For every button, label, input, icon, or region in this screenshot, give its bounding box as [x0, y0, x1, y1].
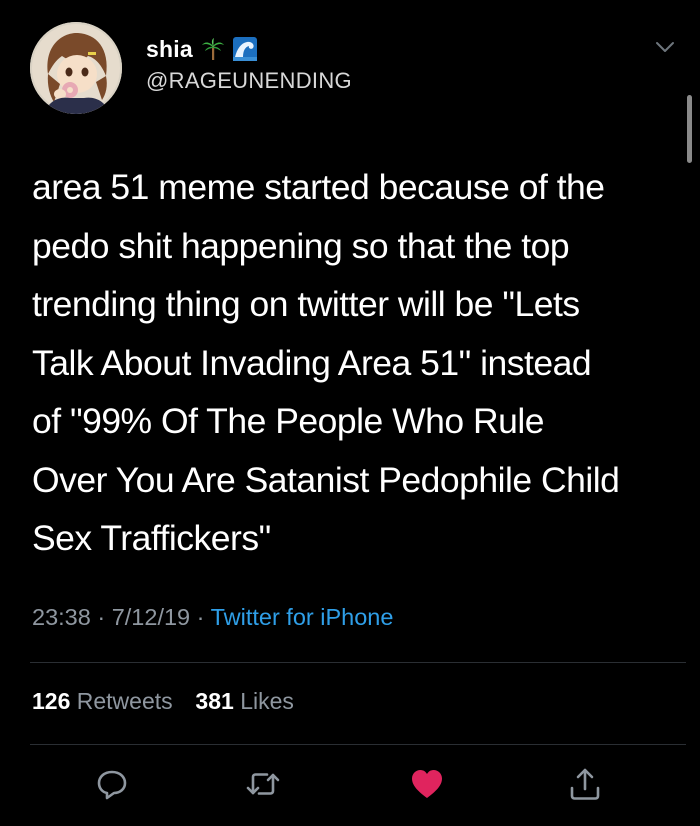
tweet-source-link[interactable]: Twitter for iPhone: [211, 604, 394, 630]
avatar-image: [30, 22, 122, 114]
share-icon: [570, 768, 600, 800]
scrollbar[interactable]: [687, 95, 692, 163]
like-button[interactable]: [407, 764, 447, 804]
display-name-row: shia: [146, 34, 352, 64]
tweet-date: 7/12/19: [111, 604, 191, 630]
wave-icon: [232, 37, 257, 61]
tweet-actions: [0, 764, 700, 812]
tweet-detail: shia @RAGEUNENDING area 51 meme started …: [0, 0, 700, 826]
meta-separator: ·: [97, 604, 106, 630]
reply-icon: [97, 770, 127, 800]
display-name[interactable]: shia: [146, 36, 193, 63]
share-button[interactable]: [565, 764, 605, 804]
likes-count: 381: [195, 688, 234, 714]
retweets-label: Retweets: [76, 688, 173, 714]
retweets-count: 126: [32, 688, 71, 714]
author-names[interactable]: shia @RAGEUNENDING: [146, 34, 352, 94]
likes-label: Likes: [240, 688, 294, 714]
retweets-stat[interactable]: 126 Retweets: [32, 688, 179, 714]
avatar[interactable]: [30, 22, 122, 114]
meta-separator: ·: [196, 604, 205, 630]
reply-button[interactable]: [92, 764, 132, 804]
like-heart-icon: [412, 770, 442, 798]
retweet-icon: [246, 773, 280, 795]
divider: [30, 744, 686, 745]
tweet-header: shia @RAGEUNENDING: [30, 22, 680, 122]
tweet-stats: 126 Retweets 381 Likes: [32, 688, 294, 715]
palm-tree-icon: [201, 38, 224, 60]
author-handle[interactable]: @RAGEUNENDING: [146, 68, 352, 94]
divider: [30, 662, 686, 663]
tweet-meta: 23:38 · 7/12/19 · Twitter for iPhone: [32, 604, 393, 631]
tweet-text: area 51 meme started because of the pedo…: [32, 167, 620, 558]
tweet-time: 23:38: [32, 604, 91, 630]
chevron-down-icon[interactable]: [654, 40, 676, 54]
likes-stat[interactable]: 381 Likes: [195, 688, 293, 714]
retweet-button[interactable]: [243, 764, 283, 804]
